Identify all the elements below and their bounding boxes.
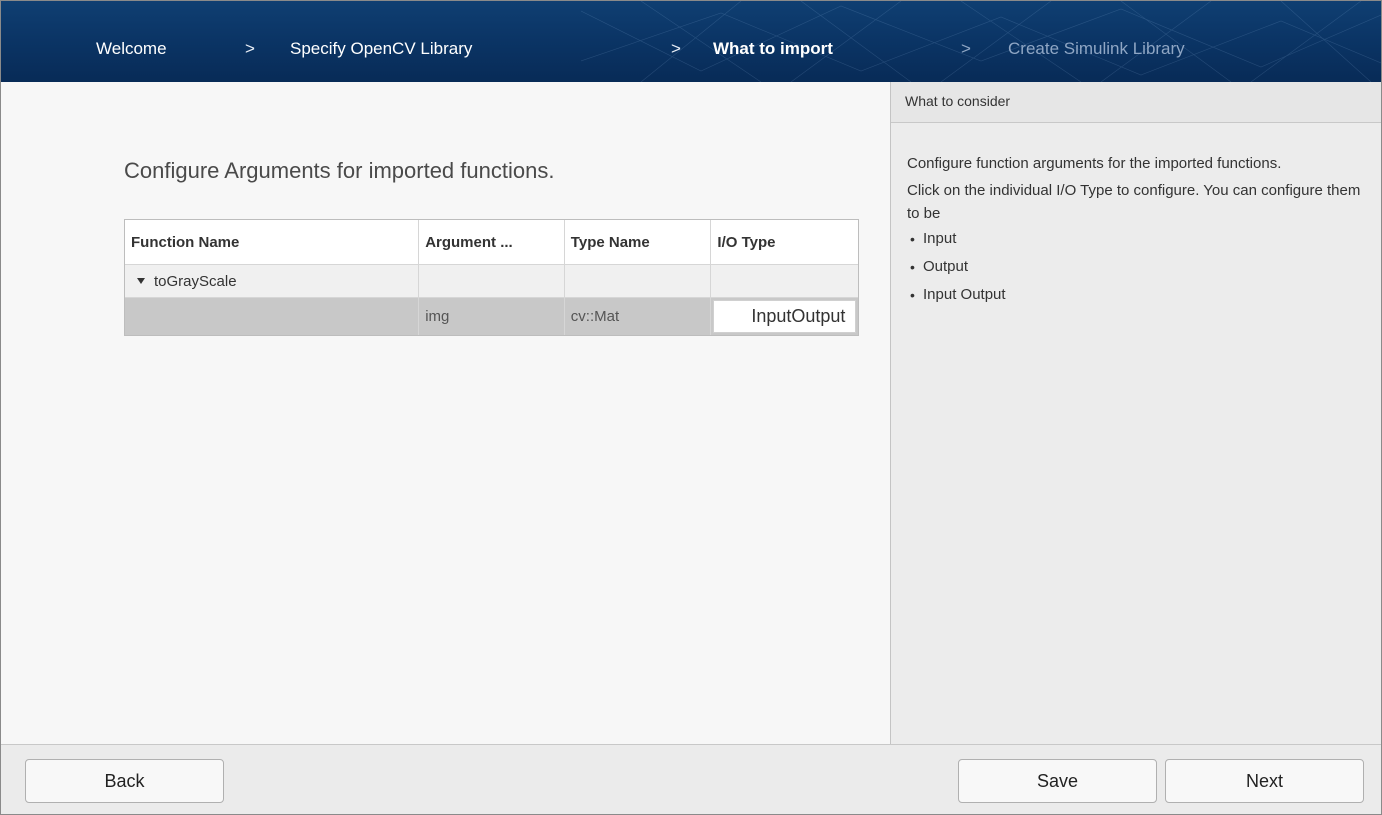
function-name-cell: toGrayScale	[125, 265, 420, 298]
consider-panel-body: Configure function arguments for the imp…	[891, 123, 1361, 309]
next-button[interactable]: Next	[1165, 759, 1364, 803]
empty-cell	[711, 265, 859, 298]
breadcrumb-step-what-to-import[interactable]: What to import	[713, 39, 833, 59]
table-row-argument[interactable]: img cv::Mat InputOutput	[125, 298, 859, 335]
page-title: Configure Arguments for imported functio…	[124, 158, 555, 183]
table-row-function[interactable]: toGrayScale	[125, 265, 859, 298]
column-header-io-type[interactable]: I/O Type	[711, 220, 859, 265]
breadcrumb-step-create-library: Create Simulink Library	[1008, 39, 1185, 58]
save-button[interactable]: Save	[958, 759, 1157, 803]
table-header-row: Function Name Argument ... Type Name I/O…	[125, 220, 859, 265]
main-panel: Configure Arguments for imported functio…	[1, 82, 890, 744]
caret-down-icon[interactable]	[137, 278, 145, 284]
import-wizard-window: Welcome > Specify OpenCV Library > What …	[0, 0, 1382, 815]
io-type-dropdown[interactable]: InputOutput	[713, 300, 857, 333]
column-header-type-name[interactable]: Type Name	[564, 220, 712, 265]
column-header-argument[interactable]: Argument ...	[419, 220, 565, 265]
breadcrumb-separator: >	[245, 39, 255, 58]
io-options-list: Input Output Input Output	[907, 225, 1361, 309]
wizard-footer: Back Save Next	[1, 744, 1381, 814]
consider-panel-title: What to consider	[891, 82, 1381, 123]
column-header-function-name[interactable]: Function Name	[125, 220, 420, 265]
empty-cell	[125, 298, 420, 335]
list-item: Input	[907, 225, 1361, 253]
function-name: toGrayScale	[154, 272, 237, 290]
header-mesh-decoration	[581, 1, 1381, 82]
empty-cell	[564, 265, 712, 298]
list-item: Output	[907, 253, 1361, 281]
help-text: Configure function arguments for the imp…	[907, 155, 1282, 172]
breadcrumb-step-specify-library[interactable]: Specify OpenCV Library	[290, 39, 472, 59]
breadcrumb-separator: >	[671, 39, 681, 58]
io-type-cell: InputOutput	[711, 298, 859, 335]
breadcrumb-separator: >	[961, 39, 971, 58]
type-name-cell: cv::Mat	[564, 298, 712, 335]
breadcrumb-step-welcome[interactable]: Welcome	[96, 39, 167, 59]
arguments-table: Function Name Argument ... Type Name I/O…	[124, 219, 859, 336]
argument-name-cell: img	[419, 298, 565, 335]
empty-cell	[419, 265, 565, 298]
consider-panel: What to consider Configure function argu…	[890, 82, 1381, 744]
wizard-breadcrumb: Welcome > Specify OpenCV Library > What …	[1, 1, 1381, 82]
list-item: Input Output	[907, 281, 1361, 309]
back-button[interactable]: Back	[25, 759, 224, 803]
help-text: Click on the individual I/O Type to conf…	[907, 182, 1361, 222]
